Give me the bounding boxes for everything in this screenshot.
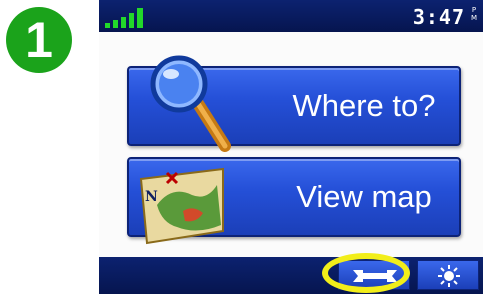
gps-screen: 3:47 PM Where to? N View map bbox=[99, 0, 483, 294]
wrench-icon bbox=[353, 270, 397, 282]
step-number-badge: 1 bbox=[6, 7, 72, 73]
brightness-button[interactable] bbox=[417, 260, 479, 290]
view-map-label: View map bbox=[296, 179, 432, 214]
sun-icon bbox=[438, 265, 460, 287]
where-to-button[interactable]: Where to? bbox=[127, 55, 461, 152]
signal-strength-icon bbox=[105, 8, 143, 28]
svg-text:N: N bbox=[145, 189, 158, 205]
view-map-button[interactable]: N View map bbox=[127, 157, 461, 245]
clock-time: 3:47 bbox=[412, 5, 465, 29]
where-to-label: Where to? bbox=[292, 88, 436, 123]
magnifier-icon bbox=[150, 55, 231, 152]
status-bar: 3:47 PM bbox=[99, 0, 483, 32]
clock-ampm: PM bbox=[470, 6, 477, 22]
map-icon: N bbox=[139, 167, 224, 245]
settings-button[interactable] bbox=[338, 260, 410, 290]
